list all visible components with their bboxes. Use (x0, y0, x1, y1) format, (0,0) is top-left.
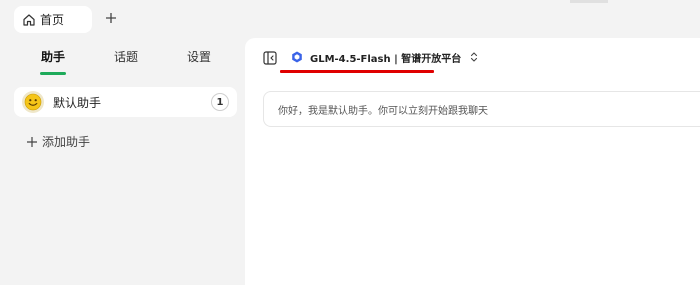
chevron-updown-icon (471, 52, 478, 62)
model-selector[interactable]: GLM-4.5-Flash | 智谱开放平台 (291, 48, 479, 66)
avatar (22, 91, 44, 113)
model-label: GLM-4.5-Flash | 智谱开放平台 (310, 53, 462, 65)
chat-panel: GLM-4.5-Flash | 智谱开放平台 你好，我是默认助手。你可以立刻开始… (245, 38, 700, 285)
assistant-item-default[interactable]: 默认助手 1 (14, 87, 237, 117)
active-tab-indicator (40, 72, 66, 75)
sidebar-collapse-icon[interactable] (263, 50, 277, 65)
tab-home-label: 首页 (40, 13, 65, 27)
window-edge (570, 0, 608, 3)
tab-assistants[interactable]: 助手 (41, 48, 65, 65)
greeting-text: 你好，我是默认助手。你可以立刻开始跟我聊天 (278, 105, 488, 117)
tab-home[interactable]: 首页 (14, 6, 92, 33)
sidebar: 助手 话题 设置 默认助手 1 添加助手 (0, 38, 245, 285)
plus-icon (27, 136, 37, 147)
sidebar-tabs: 助手 话题 设置 (0, 38, 245, 76)
assistant-greeting-message: 你好，我是默认助手。你可以立刻开始跟我聊天 (263, 91, 700, 127)
model-provider-icon (292, 51, 302, 63)
red-annotation-underline (280, 70, 434, 73)
tab-settings[interactable]: 设置 (187, 48, 211, 65)
add-assistant-button[interactable]: 添加助手 (26, 133, 90, 150)
tab-bar: 首页 (0, 0, 700, 38)
assistant-name: 默认助手 (53, 95, 102, 110)
plus-icon (106, 13, 116, 23)
smiley-emoji-icon (24, 93, 42, 111)
topic-count-badge: 1 (211, 93, 229, 111)
add-assistant-label: 添加助手 (42, 135, 91, 149)
new-tab-button[interactable] (101, 8, 121, 28)
tab-topics[interactable]: 话题 (114, 48, 138, 65)
home-icon (22, 13, 36, 27)
